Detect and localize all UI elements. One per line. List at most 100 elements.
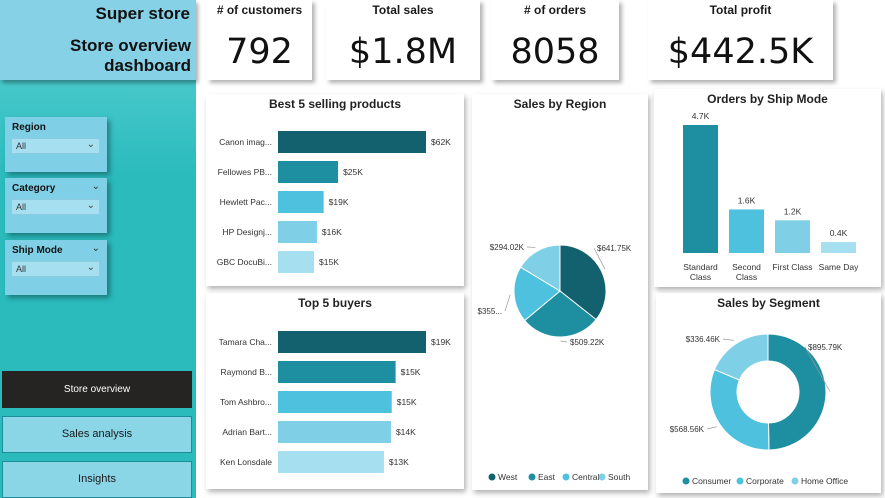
- segment-value-label: $568.56K: [670, 425, 705, 434]
- buyer-bar: [278, 391, 392, 413]
- kpi-orders: # of orders 8058: [491, 0, 619, 80]
- region-value-label: $509.22K: [570, 338, 605, 347]
- best-products-panel[interactable]: Best 5 selling products Canon imag... $62…: [206, 94, 464, 286]
- kpi-orders-label: # of orders: [523, 3, 586, 17]
- ship-mode-category-label: Second: [732, 262, 761, 272]
- ship-mode-category-label: Same Day: [819, 262, 859, 272]
- segment-value-label: $895.79K: [808, 343, 843, 352]
- region-legend-label: Central: [572, 472, 600, 482]
- product-bar: [278, 191, 324, 213]
- sales-segment-panel[interactable]: Sales by Segment $895.79K $568.56K $336.46…: [656, 293, 881, 493]
- buyer-bar: [278, 331, 426, 353]
- sales-segment-title: Sales by Segment: [717, 296, 820, 310]
- app-title: Super store: [95, 4, 190, 23]
- segment-slice: [713, 333, 769, 381]
- buyer-value-label: $14K: [396, 427, 416, 437]
- buyer-category-label: Raymond B...: [221, 367, 273, 377]
- ship-mode-slicer-label: Ship Mode: [12, 245, 63, 256]
- top-buyers-title: Top 5 buyers: [298, 296, 372, 310]
- segment-legend-label: Corporate: [746, 476, 784, 486]
- page-title: Store overview dashboard: [70, 36, 191, 76]
- sales-region-title: Sales by Region: [513, 97, 607, 111]
- top-buyers-panel[interactable]: Top 5 buyers Tamara Cha... $19K Raymond B.…: [206, 293, 464, 489]
- region-leader-line: [560, 340, 568, 343]
- kpi-total-profit-label: Total profit: [709, 3, 772, 17]
- region-value-label: $294.02K: [490, 243, 525, 252]
- ship-mode-panel[interactable]: Orders by Ship Mode 4.7K Standard Class 1.6…: [654, 89, 881, 287]
- page-title-line1: Store overview: [70, 36, 191, 55]
- buyer-category-label: Tom Ashbro...: [220, 397, 272, 407]
- category-dropdown[interactable]: All ⌄: [11, 199, 100, 215]
- chevron-down-icon[interactable]: ⌄: [92, 181, 100, 192]
- region-slicer: Region All ⌄: [5, 117, 107, 172]
- region-legend-marker: [488, 473, 496, 481]
- segment-slice: [709, 368, 770, 451]
- ship-mode-bar: [775, 220, 810, 253]
- region-value-label: $641.75K: [597, 244, 632, 253]
- ship-mode-value-label: 0.4K: [830, 228, 848, 238]
- product-value-label: $16K: [322, 227, 342, 237]
- kpi-customers: # of customers 792: [207, 0, 312, 80]
- product-value-label: $25K: [343, 167, 363, 177]
- page-title-line2: dashboard: [104, 56, 191, 75]
- best-products-title: Best 5 selling products: [268, 97, 402, 111]
- ship-mode-bar: [729, 209, 764, 253]
- chevron-down-icon: ⌄: [86, 262, 95, 273]
- ship-mode-dropdown[interactable]: All ⌄: [11, 261, 100, 277]
- ship-mode-title: Orders by Ship Mode: [707, 92, 828, 106]
- nav-store-overview[interactable]: Store overview: [2, 371, 192, 408]
- region-legend-marker: [528, 473, 536, 481]
- ship-mode-category-label: Class: [690, 272, 711, 282]
- region-legend-label: South: [608, 472, 630, 482]
- product-value-label: $19K: [329, 197, 349, 207]
- kpi-customers-value: 792: [226, 32, 293, 72]
- ship-mode-dropdown-value: All: [16, 264, 27, 274]
- segment-legend-label: Home Office: [801, 476, 848, 486]
- ship-mode-category-label: Class: [736, 272, 757, 282]
- buyer-category-label: Ken Lonsdale: [220, 457, 272, 467]
- region-legend-marker: [562, 473, 570, 481]
- region-slicer-label: Region: [12, 122, 46, 133]
- buyer-bar: [278, 451, 384, 473]
- region-legend-label: West: [498, 472, 518, 482]
- kpi-total-sales: Total sales $1.8M: [326, 0, 480, 80]
- product-category-label: Hewlett Pac...: [220, 197, 272, 207]
- product-value-label: $15K: [319, 257, 339, 267]
- kpi-customers-label: # of customers: [216, 3, 303, 17]
- kpi-orders-value: 8058: [510, 32, 600, 72]
- sales-segment-chart: $895.79K $568.56K $336.46K Consumer Corporat…: [670, 333, 848, 486]
- region-dropdown[interactable]: All ⌄: [11, 138, 100, 154]
- chevron-down-icon[interactable]: ⌄: [92, 243, 100, 254]
- segment-leader-line: [722, 338, 734, 341]
- chevron-down-icon: ⌄: [86, 200, 95, 211]
- ship-mode-chart: 4.7KStandardClass1.6KSecondClass1.2KFirs…: [683, 111, 859, 282]
- nav-sales-analysis[interactable]: Sales analysis: [2, 416, 192, 453]
- region-dropdown-value: All: [16, 141, 27, 151]
- sales-region-panel[interactable]: Sales by Region $641.75K $509.22K $355... $…: [472, 94, 648, 490]
- ship-mode-slicer: Ship Mode ⌄ All ⌄: [5, 240, 107, 295]
- category-dropdown-value: All: [16, 202, 27, 212]
- category-slicer: Category ⌄ All ⌄: [5, 178, 107, 233]
- segment-legend-marker: [791, 477, 799, 485]
- nav-insights[interactable]: Insights: [2, 461, 192, 498]
- kpi-total-sales-label: Total sales: [372, 3, 434, 17]
- kpi-total-profit-value: $442.5K: [667, 32, 814, 72]
- product-bar: [278, 221, 317, 243]
- product-category-label: Canon imag...: [219, 137, 272, 147]
- product-bar: [278, 161, 339, 183]
- ship-mode-value-label: 1.6K: [738, 195, 756, 205]
- buyer-value-label: $13K: [389, 457, 409, 467]
- region-leader-line: [504, 294, 511, 312]
- ship-mode-value-label: 4.7K: [692, 111, 710, 121]
- ship-mode-bar: [683, 125, 718, 253]
- region-legend-label: East: [538, 472, 556, 482]
- segment-leader-line: [706, 426, 717, 430]
- buyer-category-label: Tamara Cha...: [219, 337, 272, 347]
- buyer-bar: [278, 421, 391, 443]
- top-buyers-chart: Tamara Cha... $19K Raymond B... $15K Tom Ash…: [219, 331, 451, 473]
- product-category-label: GBC DocuBi...: [217, 257, 272, 267]
- kpi-total-sales-value: $1.8M: [348, 32, 458, 72]
- ship-mode-category-label: Standard: [683, 262, 718, 272]
- ship-mode-category-label: First Class: [772, 262, 812, 272]
- buyer-category-label: Adrian Bart...: [222, 427, 272, 437]
